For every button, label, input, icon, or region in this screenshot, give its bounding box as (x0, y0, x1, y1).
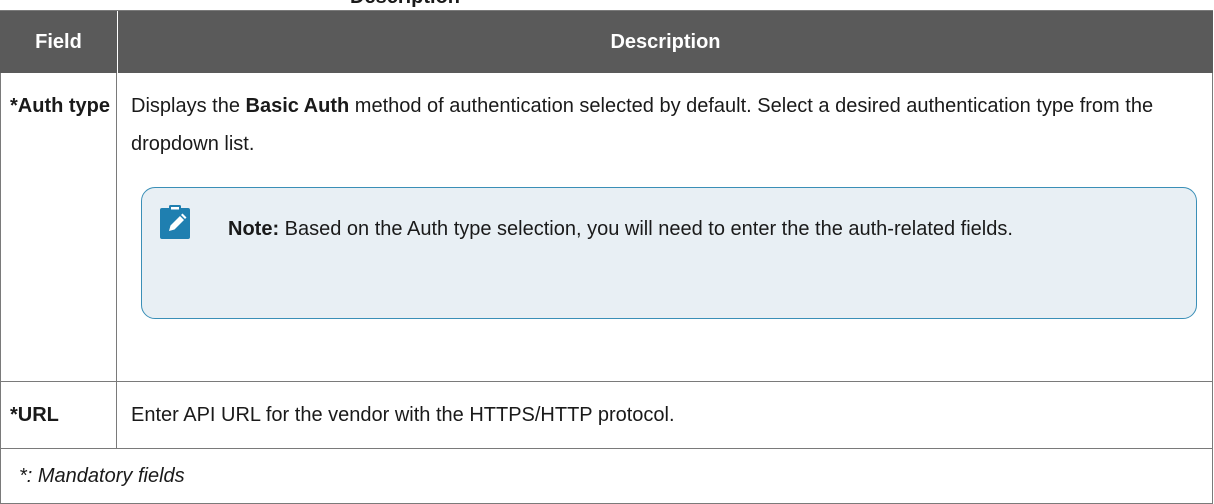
cut-off-caption: Description (0, 0, 1214, 10)
pencil-note-icon (160, 205, 190, 239)
description-cell: Displays the Basic Auth method of authen… (117, 73, 1213, 381)
auth-type-description: Displays the Basic Auth method of authen… (131, 87, 1202, 163)
table-header-row: Field Description (0, 11, 1213, 73)
header-field: Field (0, 11, 118, 73)
table-row: *URL Enter API URL for the vendor with t… (0, 382, 1213, 449)
note-label: Note: (228, 218, 280, 240)
desc-bold-basic-auth: Basic Auth (245, 95, 350, 117)
field-name-auth-type: *Auth type (0, 73, 117, 381)
note-box: Note: Based on the Auth type selection, … (141, 187, 1197, 319)
table-footnote: *: Mandatory fields (0, 449, 1213, 504)
caption-text: Description (350, 0, 460, 9)
note-text: Based on the Auth type selection, you wi… (279, 218, 1013, 240)
desc-text-before: Displays the (131, 95, 246, 117)
table-row: *Auth type Displays the Basic Auth metho… (0, 73, 1213, 382)
fields-table: Field Description *Auth type Displays th… (0, 10, 1213, 504)
url-description: Enter API URL for the vendor with the HT… (117, 382, 1213, 448)
header-description: Description (610, 30, 721, 53)
field-name-url: *URL (0, 382, 117, 448)
